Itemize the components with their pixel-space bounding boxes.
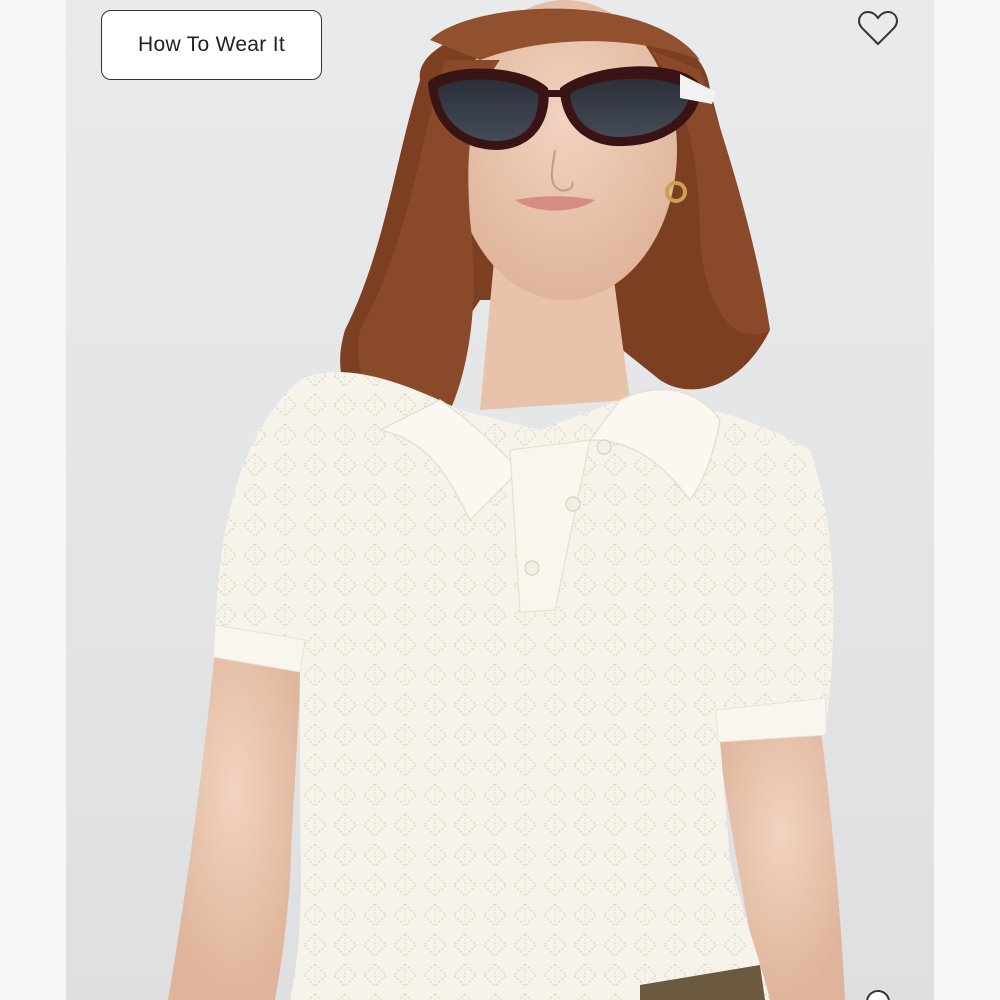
heart-icon [858,10,898,46]
left-arm [168,650,300,1000]
gallery-left-margin [0,0,66,1000]
shirt-button [524,560,540,576]
shirt-button [565,496,581,512]
zoom-button[interactable] [864,988,894,1000]
gallery-right-margin [934,0,1000,1000]
shirt-button [596,439,612,455]
model-illustration [168,0,845,1000]
how-to-wear-it-button[interactable]: How To Wear It [101,10,322,80]
favorite-button[interactable] [856,8,900,48]
product-photo[interactable] [66,0,934,1000]
magnifier-icon [866,990,890,1000]
